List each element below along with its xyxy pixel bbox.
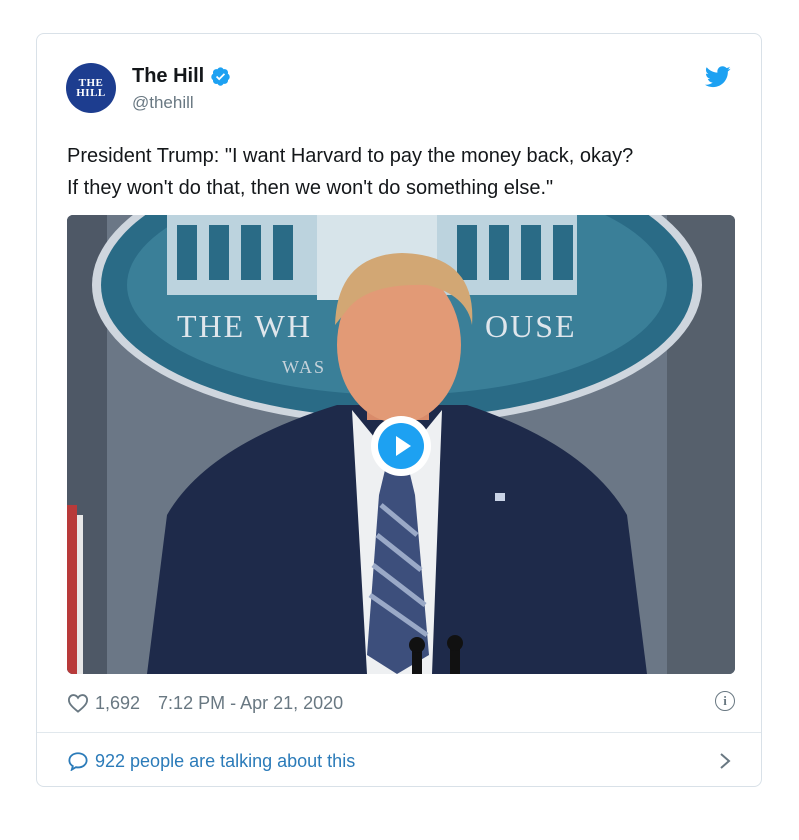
video-player[interactable]: THE WH OUSE WAS [67, 215, 735, 674]
seal-text: THE WH [177, 308, 312, 344]
heart-icon[interactable] [67, 693, 89, 713]
avatar-line-2: HILL [76, 87, 106, 99]
seal-text-small: WAS [282, 357, 326, 377]
tweet-text: President Trump: "I want Harvard to pay … [67, 140, 737, 204]
tweet-timestamp[interactable]: 7:12 PM - Apr 21, 2020 [158, 693, 343, 714]
account-handle[interactable]: @thehill [132, 93, 194, 113]
like-count[interactable]: 1,692 [95, 693, 140, 714]
conversation-label[interactable]: 922 people are talking about this [95, 751, 355, 772]
account-name-row[interactable]: The Hill [132, 65, 231, 88]
info-icon[interactable]: i [715, 691, 735, 711]
tweet-text-line-2: If they won't do that, then we won't do … [67, 177, 554, 199]
play-button[interactable] [371, 416, 431, 476]
twitter-bird-icon[interactable] [705, 66, 731, 88]
tweet-text-line-1: President Trump: "I want Harvard to pay … [67, 145, 634, 167]
tweet-card: THE HILL The Hill @thehill President Tru… [36, 33, 762, 787]
chevron-right-icon[interactable] [719, 752, 731, 770]
tweet-meta: 1,692 7:12 PM - Apr 21, 2020 i [67, 690, 735, 716]
account-name[interactable]: The Hill [132, 65, 204, 88]
conversation-link[interactable]: 922 people are talking about this [67, 747, 735, 775]
seal-text-right: OUSE [485, 308, 577, 344]
divider [37, 732, 761, 733]
play-icon [378, 423, 424, 469]
speech-bubble-icon [68, 752, 88, 771]
verified-badge-icon [211, 67, 230, 86]
avatar[interactable]: THE HILL [66, 63, 116, 113]
